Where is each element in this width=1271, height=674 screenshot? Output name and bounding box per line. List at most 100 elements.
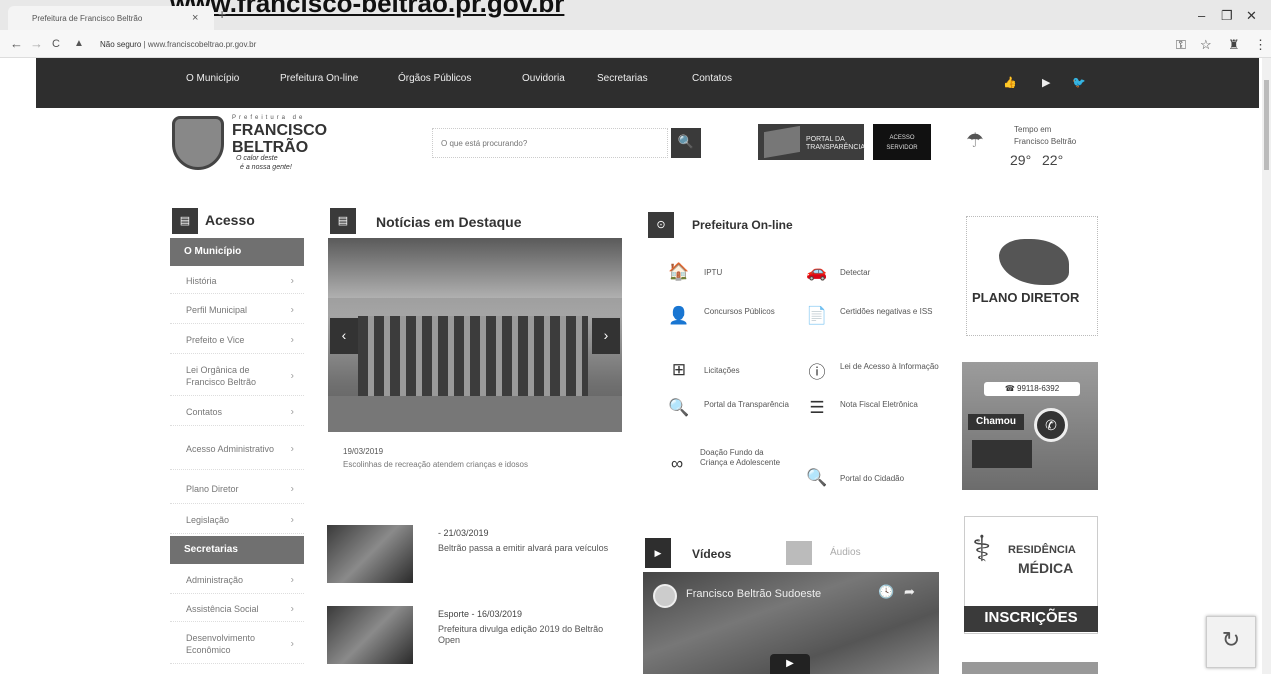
tab-audios[interactable]: Áudios [830,547,861,558]
recaptcha-badge[interactable]: ↻ [1206,616,1256,668]
search-button[interactable]: 🔍 [671,128,701,158]
menu-item-plano-diretor[interactable]: Plano Diretor › [170,474,304,504]
nav-item-contatos[interactable]: Contatos [692,73,732,84]
service-portal-cidadao[interactable]: Portal do Cidadão [840,474,940,484]
carousel-prev-button[interactable]: ‹ [330,318,358,354]
featured-news-date: 19/03/2019 [343,447,384,456]
service-licitacoes[interactable]: Licitações [704,366,804,376]
maximize-button[interactable]: ❐ [1221,8,1233,24]
service-certidoes[interactable]: Certidões negativas e ISS [840,307,940,317]
nav-item-secretarias[interactable]: Secretarias [597,73,648,84]
video-title[interactable]: Francisco Beltrão Sudoeste [686,588,821,600]
tab-videos[interactable]: Vídeos [692,547,731,561]
youtube-play-icon[interactable]: ▶ [1042,76,1050,89]
browser-tab[interactable]: Prefeitura de Francisco Beltrão × [8,6,214,30]
chevron-right-icon: › [290,275,294,286]
play-button[interactable]: ▶ [770,654,810,674]
news-thumbnail[interactable] [327,606,413,664]
magnifier-icon: 🔍 [806,468,828,487]
news-item-text[interactable]: Prefeitura divulga edição 2019 do Beltrã… [438,624,624,646]
next-banner[interactable] [962,662,1098,674]
tab-close-icon[interactable]: × [192,12,198,24]
menu-item-desenvolvimento[interactable]: Desenvolvimento Econômico › [170,624,304,664]
menu-section-secretarias[interactable]: Secretarias [170,536,304,564]
url-text: www.franciscobeltrao.pr.gov.br [147,40,257,49]
city-crest-logo[interactable] [172,116,224,170]
extension-icon[interactable]: ♜ [1228,37,1240,53]
service-lei-acesso[interactable]: Lei de Acesso à Informação [840,362,940,372]
portal-label-1: PORTAL DA [806,136,845,143]
facebook-like-icon[interactable]: 👍 [1003,76,1017,89]
plano-diretor-banner[interactable] [966,216,1098,336]
reload-button[interactable]: C [52,38,60,50]
weather-label-1: Tempo em [1014,125,1052,134]
acesso-servidor-button[interactable]: ACESSO SERVIDOR [873,124,931,160]
menu-item-legislacao[interactable]: Legislação › [170,506,304,534]
nav-item-municipio[interactable]: O Município [186,73,239,84]
menu-item-label: Legislação [186,514,230,525]
chevron-right-icon: › [290,370,294,381]
not-secure-label: Não seguro [100,40,142,49]
share-icon[interactable]: ➦ [904,584,915,600]
menu-section-municipio[interactable]: O Município [170,238,304,266]
browser-menu-icon[interactable]: ⋮ [1254,37,1267,53]
service-portal-transparencia[interactable]: Portal da Transparência [704,400,804,410]
warning-icon: ▲ [74,38,84,49]
scrollbar-thumb[interactable] [1264,80,1269,170]
chevron-right-icon: › [290,603,294,614]
menu-item-lei-organica[interactable]: Lei Orgânica de Francisco Beltrão › [170,356,304,396]
menu-item-label: Prefeito e Vice [186,334,245,345]
chamou-label: Chamou [968,414,1024,430]
service-doacao[interactable]: Doação Fundo da Criança e Adolescente [700,448,792,468]
menu-item-label: História [186,275,217,286]
photo-children-group [358,316,588,396]
logo-tagline-2: é a nossa gente! [240,164,292,171]
news-thumbnail[interactable] [327,525,413,583]
menu-item-assistencia-social[interactable]: Assistência Social › [170,596,304,622]
link-icon: ∞ [670,454,684,473]
channel-avatar [653,584,677,608]
service-iptu[interactable]: IPTU [704,268,804,278]
menu-item-contatos[interactable]: Contatos › [170,398,304,426]
servidor-label-2: SERVIDOR [886,145,918,151]
minimize-button[interactable]: – [1198,8,1205,23]
chevron-right-icon: › [290,483,294,494]
nav-item-ouvidoria[interactable]: Ouvidoria [522,73,565,84]
key-icon[interactable]: ⚿ [1176,37,1186,53]
nav-item-prefeitura-online[interactable]: Prefeitura On-line [280,73,358,84]
invoice-icon: ☰ [809,398,825,417]
news-item-date: - 21/03/2019 [438,528,489,538]
nav-item-orgaos-publicos[interactable]: Órgãos Públicos [398,73,471,84]
garbage-truck-graphic [972,440,1032,468]
medica-label: MÉDICA [1018,560,1074,576]
menu-item-perfil[interactable]: Perfil Municipal › [170,296,304,324]
featured-news-image[interactable] [328,238,622,432]
search-input[interactable] [432,128,668,158]
service-concursos[interactable]: Concursos Públicos [704,307,804,317]
menu-item-acesso-administrativo[interactable]: Acesso Administrativo › [170,428,304,470]
carousel-next-button[interactable]: › [592,318,620,354]
chamou-phone-number: ☎ 99118-6392 [984,382,1080,396]
back-button[interactable]: ← [10,36,23,51]
chevron-right-icon: › [290,574,294,585]
twitter-icon[interactable]: 🐦 [1072,76,1086,89]
menu-item-administracao[interactable]: Administração › [170,566,304,594]
portal-transparencia-button[interactable]: PORTAL DA TRANSPARÊNCIA [758,124,865,160]
menu-item-label: Contatos [186,406,223,417]
watch-later-icon[interactable]: 🕓 [878,584,894,600]
city-map-graphic [999,239,1069,285]
forward-button[interactable]: → [30,36,43,51]
document-icon: 📄 [806,306,828,325]
featured-news-caption[interactable]: Escolinhas de recreação atendem crianças… [343,460,528,469]
menu-item-historia[interactable]: História › [170,268,304,294]
inscricoes-button[interactable]: INSCRIÇÕES [964,606,1098,632]
bookmark-star-icon[interactable]: ☆ [1200,37,1212,53]
service-nota-fiscal[interactable]: Nota Fiscal Eletrônica [840,400,940,410]
service-detectar[interactable]: Detectar [840,268,940,278]
close-window-button[interactable]: ✕ [1246,8,1257,24]
chevron-right-icon: › [290,638,294,649]
address-bar[interactable]: Não seguro | www.franciscobeltrao.pr.gov… [100,40,256,49]
news-item-text[interactable]: Beltrão passa a emitir alvará para veícu… [438,543,624,554]
new-tab-button[interactable]: + [218,6,226,22]
menu-item-prefeito[interactable]: Prefeito e Vice › [170,326,304,354]
